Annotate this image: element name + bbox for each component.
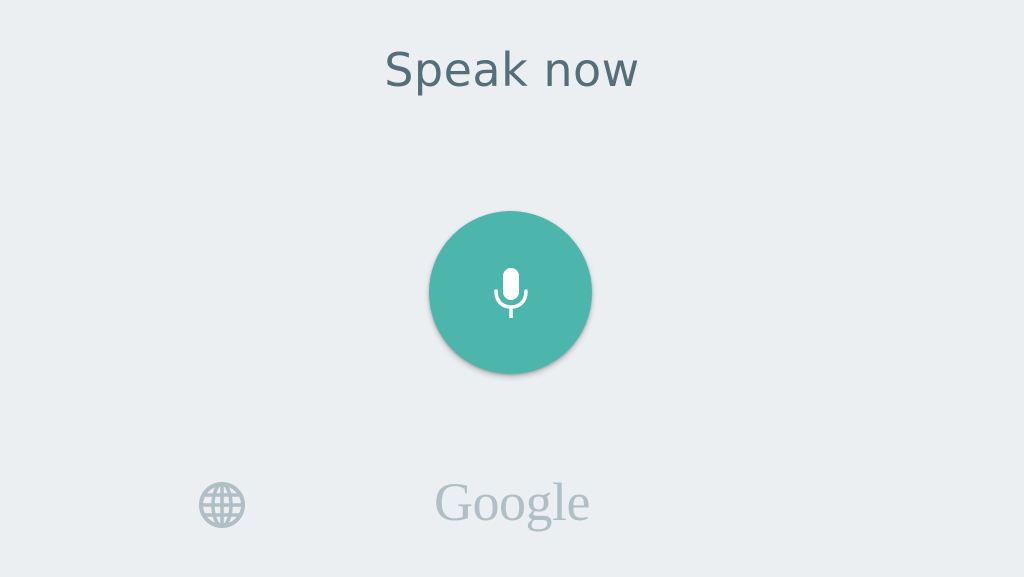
google-logo: Google: [434, 472, 590, 532]
microphone-button[interactable]: [429, 211, 592, 374]
microphone-icon: [493, 267, 528, 318]
voice-search-screen: Speak now Google: [0, 0, 1024, 577]
page-title: Speak now: [384, 43, 640, 97]
